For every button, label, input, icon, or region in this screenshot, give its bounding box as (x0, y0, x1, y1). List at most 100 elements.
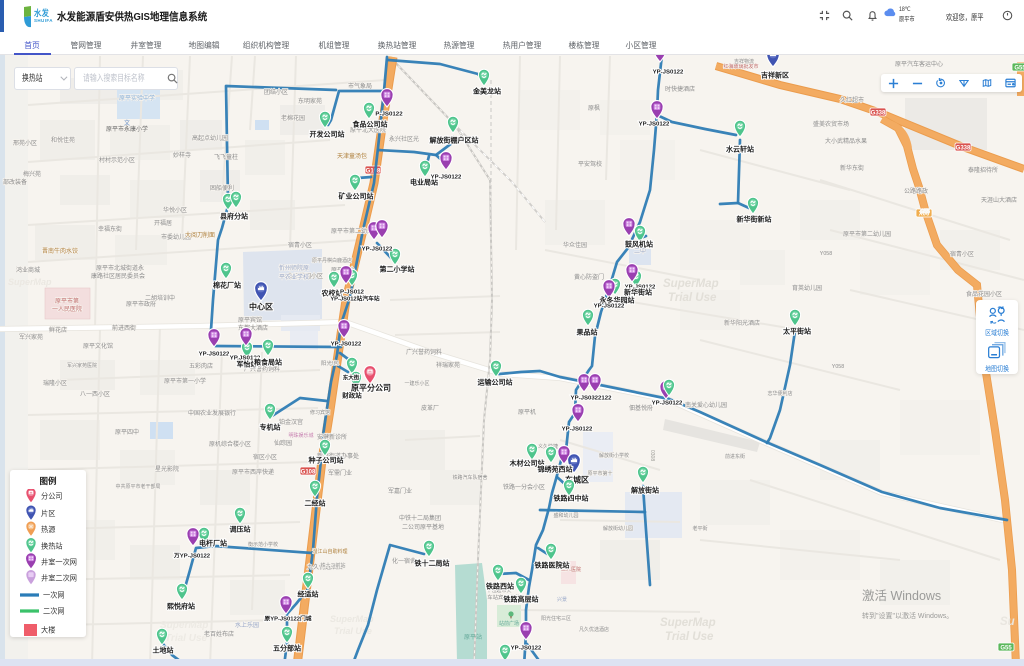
svg-text:YP-JS0122: YP-JS0122 (431, 175, 462, 181)
svg-text:军嘉门业: 军嘉门业 (388, 487, 412, 495)
svg-text:原平分公司: 原平分公司 (351, 383, 391, 393)
svg-text:果品站: 果品站 (577, 328, 598, 337)
svg-text:铁十二局站: 铁十二局站 (415, 559, 450, 568)
svg-text:YP-JS0122: YP-JS0122 (639, 122, 670, 128)
svg-text:原平站: 原平站 (464, 633, 482, 641)
svg-text:新华街站: 新华街站 (624, 288, 652, 297)
svg-text:忻州师院原: 忻州师院原 (279, 264, 309, 272)
svg-text:鼓风机站: 鼓风机站 (625, 240, 653, 249)
svg-text:宿青小区: 宿青小区 (950, 250, 974, 258)
svg-text:Trial Use: Trial Use (668, 292, 717, 304)
svg-text:G108: G108 (366, 168, 381, 174)
svg-text:铂金汉宫: 铂金汉宫 (279, 418, 303, 426)
svg-text:YP-JS0122: YP-JS0122 (653, 70, 684, 76)
svg-text:老百姓布店: 老百姓布店 (204, 630, 234, 638)
svg-text:原平市第十: 原平市第十 (588, 470, 613, 477)
svg-text:矿业公司站: 矿业公司站 (339, 192, 374, 201)
svg-text:原平机: 原平机 (518, 408, 536, 416)
svg-text:原YP-JS0122门城: 原YP-JS0122门城 (264, 615, 312, 623)
svg-text:原平汽车客运中心: 原平汽车客运中心 (895, 60, 943, 68)
svg-text:宿区小区: 宿区小区 (253, 453, 277, 461)
svg-text:吉祥新区: 吉祥新区 (761, 71, 789, 80)
svg-text:前进西街: 前进西街 (112, 324, 136, 332)
svg-text:修习宾馆: 修习宾馆 (310, 409, 330, 416)
svg-text:前进东街: 前进东街 (725, 453, 745, 460)
svg-text:阳光!包: 阳光!包 (321, 360, 339, 367)
svg-text:黄心防盗门: 黄心防盗门 (574, 273, 604, 281)
svg-text:鸿业商城: 鸿业商城 (16, 266, 40, 274)
svg-text:中铁十二局集团: 中铁十二局集团 (399, 514, 441, 522)
svg-text:和悦佳苑: 和悦佳苑 (51, 136, 75, 144)
svg-text:邢苑小区: 邢苑小区 (13, 139, 37, 147)
svg-text:原枫: 原枫 (588, 104, 600, 112)
svg-text:平安驾校: 平安驾校 (578, 160, 602, 168)
svg-text:华众佳园: 华众佳园 (563, 241, 587, 249)
svg-text:电杆厂站: 电杆厂站 (199, 539, 227, 548)
svg-text:天津童汤包: 天津童汤包 (337, 152, 367, 160)
svg-text:YP-JS0122: YP-JS0122 (362, 247, 393, 253)
svg-text:文: 文 (124, 119, 130, 127)
svg-text:育英幼儿园: 育英幼儿园 (792, 284, 822, 292)
svg-text:开发公司站: 开发公司站 (310, 130, 345, 139)
svg-text:万YP-JS0122: 万YP-JS0122 (173, 553, 210, 560)
svg-text:第二小学站: 第二小学站 (380, 265, 415, 274)
svg-text:原平实验中学: 原平实验中学 (119, 94, 155, 102)
svg-text:片区: 片区 (41, 508, 56, 518)
svg-text:井室一次网: 井室一次网 (41, 557, 77, 567)
svg-text:兴景: 兴景 (557, 596, 567, 603)
svg-text:原平文化馆: 原平文化馆 (83, 342, 113, 350)
svg-text:P-JS0122: P-JS0122 (375, 112, 402, 118)
svg-text:原平市北城街道永: 原平市北城街道永 (96, 264, 144, 272)
svg-text:永兴社区光: 永兴社区光 (389, 135, 419, 143)
svg-text:运输公司站: 运输公司站 (478, 378, 513, 387)
svg-text:Y058: Y058 (820, 251, 833, 257)
svg-text:市气象局: 市气象局 (348, 82, 372, 90)
svg-text:凡久优选酒店: 凡久优选酒店 (579, 626, 609, 633)
svg-text:二次网: 二次网 (43, 606, 65, 616)
svg-text:熙悦府站: 熙悦府站 (167, 602, 195, 611)
svg-text:YP-JS0122: YP-JS0122 (562, 427, 593, 433)
svg-text:食品花园小区: 食品花园小区 (966, 290, 1002, 298)
svg-text:解放街站: 解放街站 (631, 486, 659, 495)
svg-text:解放街小学校: 解放街小学校 (599, 452, 629, 459)
svg-text:铁路高层站: 铁路高层站 (504, 595, 539, 604)
svg-text:YP-JS0122: YP-JS0122 (331, 342, 362, 348)
svg-text:飞飞童柱: 飞飞童柱 (214, 153, 238, 161)
svg-text:YP-JS0122: YP-JS0122 (511, 646, 542, 652)
svg-text:泰隆招待所: 泰隆招待所 (968, 166, 998, 174)
svg-text:铁路西站: 铁路西站 (486, 582, 514, 591)
svg-text:换热站: 换热站 (41, 541, 63, 551)
svg-text:盛美农贸市场: 盛美农贸市场 (813, 120, 849, 128)
svg-text:军需门业: 军需门业 (328, 469, 352, 477)
svg-text:五分部站: 五分部站 (273, 644, 301, 653)
svg-text:军兴家苑医院: 军兴家苑医院 (67, 362, 97, 369)
svg-text:宿青小区: 宿青小区 (288, 241, 312, 249)
svg-text:金美龙站: 金美龙站 (472, 87, 501, 96)
svg-text:佃基悦府: 佃基悦府 (629, 404, 653, 412)
svg-text:妙样寺: 妙样寺 (173, 151, 191, 159)
svg-text:瑞隆小区: 瑞隆小区 (43, 379, 67, 387)
svg-text:二胡培训中: 二胡培训中 (145, 294, 175, 302)
svg-text:YP-JS012站汽车站: YP-JS012站汽车站 (330, 295, 380, 303)
svg-text:五彩肉店: 五彩肉店 (189, 362, 213, 370)
svg-text:仙踪园: 仙踪园 (274, 439, 292, 447)
svg-text:衡示范小学校: 衡示范小学校 (248, 541, 278, 548)
svg-text:康路社区居民委员会: 康路社区居民委员会 (91, 272, 145, 280)
svg-text:湿江山自助料理: 湿江山自助料理 (313, 548, 348, 555)
svg-text:新华东街: 新华东街 (840, 164, 864, 172)
svg-text:专机站: 专机站 (260, 423, 281, 432)
svg-text:祥瑞家苑: 祥瑞家苑 (436, 361, 460, 369)
svg-text:原平市第一小学: 原平市第一小学 (164, 377, 206, 385)
svg-text:铁十二前站: 铁十二前站 (321, 562, 346, 569)
svg-text:南关爱心幼儿园: 南关爱心幼儿园 (685, 401, 727, 409)
svg-text:铁路四中站: 铁路四中站 (554, 494, 589, 503)
svg-text:一建乐小区: 一建乐小区 (405, 380, 430, 387)
svg-text:Y058: Y058 (832, 364, 845, 370)
svg-text:久红超市: 久红超市 (840, 96, 864, 104)
svg-text:原平市永康小学: 原平市永康小学 (106, 125, 148, 133)
svg-text:梅兴苑: 梅兴苑 (23, 170, 41, 178)
svg-text:军兴家苑: 军兴家苑 (19, 333, 43, 341)
svg-text:Trial Use: Trial Use (165, 633, 207, 644)
svg-text:调压站: 调压站 (230, 525, 251, 534)
svg-text:太平街站: 太平街站 (783, 327, 811, 336)
